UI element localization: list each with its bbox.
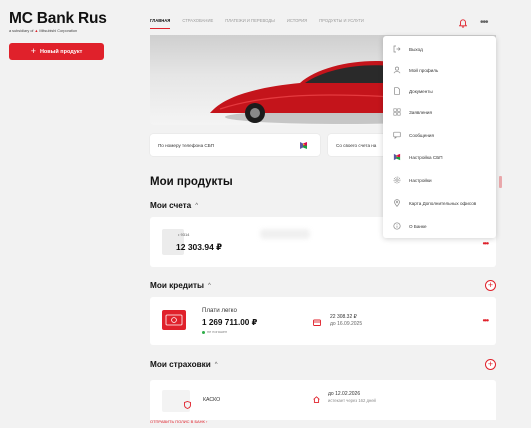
- shield-icon: [184, 401, 191, 409]
- credit-card[interactable]: Плати легко 1 269 711.00 ₽ не погашен 22…: [150, 297, 496, 345]
- menu-label: Выход: [409, 46, 423, 52]
- menu-label: О Банке: [409, 223, 427, 229]
- add-insurance-button[interactable]: +: [485, 359, 496, 370]
- user-dropdown-menu: Выход Мой профиль Документы Заявления Со…: [383, 36, 496, 238]
- sbp-logo-icon: [300, 142, 307, 149]
- money-icon: [165, 314, 183, 326]
- document-icon: [392, 87, 401, 96]
- logo-subtitle: a subsidiary of ▲ Mitsubishi Corporation: [9, 29, 107, 33]
- mitsubishi-mark-icon: ▲: [34, 29, 39, 33]
- account-more-button[interactable]: •••: [483, 239, 489, 248]
- menu-label: Настройки: [409, 177, 432, 183]
- next-payment-date: до 16.09.2025: [330, 321, 363, 327]
- account-balance: 12 303.94 ₽: [176, 242, 223, 252]
- credits-title: Мои кредиты: [150, 281, 205, 290]
- gear-icon: [392, 176, 401, 185]
- menu-item-applications[interactable]: Заявления: [383, 102, 496, 122]
- account-mask: • 9314: [178, 232, 190, 237]
- insurance-end-date: до 12.02.2026: [328, 391, 361, 397]
- next-payment-amount: 22 308.32 ₽: [330, 314, 357, 320]
- hidden-red-edge: [499, 176, 502, 188]
- house-icon: [313, 396, 320, 403]
- menu-item-documents[interactable]: Документы: [383, 81, 496, 101]
- credit-status: не погашен: [202, 330, 227, 334]
- credit-name: Плати легко: [202, 307, 237, 314]
- tab-insurance[interactable]: Страхование: [182, 18, 213, 29]
- grid-icon: [392, 108, 401, 117]
- tab-products[interactable]: Продукты и услуги: [319, 18, 364, 29]
- logo-sub-brand: Mitsubishi Corporation: [39, 29, 78, 33]
- send-policy-link[interactable]: Отправить полис в банк ›: [150, 419, 207, 424]
- sbp-by-phone-label: По номеру телефона СБП: [158, 142, 215, 148]
- menu-label: Документы: [409, 88, 433, 94]
- blurred-account-name: [260, 229, 310, 239]
- tab-home[interactable]: Главная: [150, 18, 171, 29]
- new-product-label: Новый продукт: [39, 48, 83, 55]
- menu-item-messages[interactable]: Сообщения: [383, 125, 496, 145]
- menu-label: Настройка СБП: [409, 154, 443, 160]
- chevron-up-icon: ^: [195, 202, 199, 209]
- chevron-up-icon: ^: [214, 361, 218, 368]
- insurance-title: Мои страховки: [150, 360, 211, 369]
- menu-item-offices-map[interactable]: Карта Дополнительных офисов: [383, 193, 496, 213]
- insurance-expires-in: истекает через 162 дней: [328, 398, 376, 403]
- top-nav: Главная Страхование Платежи и переводы И…: [150, 18, 376, 29]
- insurance-card[interactable]: КАСКО до 12.02.2026 истекает через 162 д…: [150, 380, 496, 420]
- menu-label: Карта Дополнительных офисов: [409, 200, 477, 206]
- menu-item-logout[interactable]: Выход: [383, 39, 496, 59]
- plus-icon: +: [30, 46, 36, 56]
- send-policy-label: Отправить полис в банк: [150, 419, 205, 424]
- menu-item-settings[interactable]: Настройки: [383, 170, 496, 190]
- logo-sub-prefix: a subsidiary of: [9, 29, 34, 33]
- logo-title: MC Bank Rus: [9, 10, 107, 27]
- message-icon: [392, 131, 401, 140]
- insurance-section-header[interactable]: Мои страховки ^: [150, 360, 218, 369]
- credit-more-button[interactable]: •••: [483, 316, 489, 325]
- menu-label: Заявления: [409, 109, 432, 115]
- bell-icon[interactable]: [459, 19, 467, 28]
- status-dot-icon: [202, 330, 205, 334]
- sbp-own-account-label: Со своего счета на: [336, 142, 377, 148]
- chevron-up-icon: ^: [208, 282, 211, 289]
- credits-section-header[interactable]: Мои кредиты ^: [150, 281, 211, 290]
- new-product-button[interactable]: + Новый продукт: [9, 43, 104, 60]
- credit-status-text: не погашен: [207, 330, 228, 334]
- bank-logo[interactable]: MC Bank Rus a subsidiary of ▲ Mitsubishi…: [9, 10, 107, 33]
- tab-history[interactable]: История: [287, 18, 307, 29]
- menu-item-profile[interactable]: Мой профиль: [383, 60, 496, 80]
- menu-label: Сообщения: [409, 132, 434, 138]
- user-icon: [392, 66, 401, 75]
- sidebar: MC Bank Rus a subsidiary of ▲ Mitsubishi…: [0, 0, 118, 428]
- accounts-title: Мои счета: [150, 201, 192, 210]
- insurance-name: КАСКО: [203, 397, 221, 403]
- sbp-by-phone-button[interactable]: По номеру телефона СБП: [150, 134, 320, 156]
- menu-item-sbp-settings[interactable]: Настройка СБП: [383, 147, 496, 167]
- menu-item-about[interactable]: О Банке: [383, 216, 496, 236]
- add-credit-button[interactable]: +: [485, 280, 496, 291]
- location-icon: [392, 199, 401, 208]
- info-icon: [392, 222, 401, 231]
- credit-thumbnail: [162, 310, 186, 330]
- logout-icon: [392, 45, 401, 54]
- menu-label: Мой профиль: [409, 67, 439, 73]
- accounts-section-header[interactable]: Мои счета ^: [150, 201, 198, 210]
- page-title: Мои продукты: [150, 176, 233, 188]
- tab-payments[interactable]: Платежи и переводы: [225, 18, 275, 29]
- calendar-payment-icon: [313, 319, 321, 326]
- credit-amount: 1 269 711.00 ₽: [202, 318, 258, 327]
- sbp-icon: [392, 153, 401, 162]
- more-menu-button[interactable]: •••: [480, 17, 488, 28]
